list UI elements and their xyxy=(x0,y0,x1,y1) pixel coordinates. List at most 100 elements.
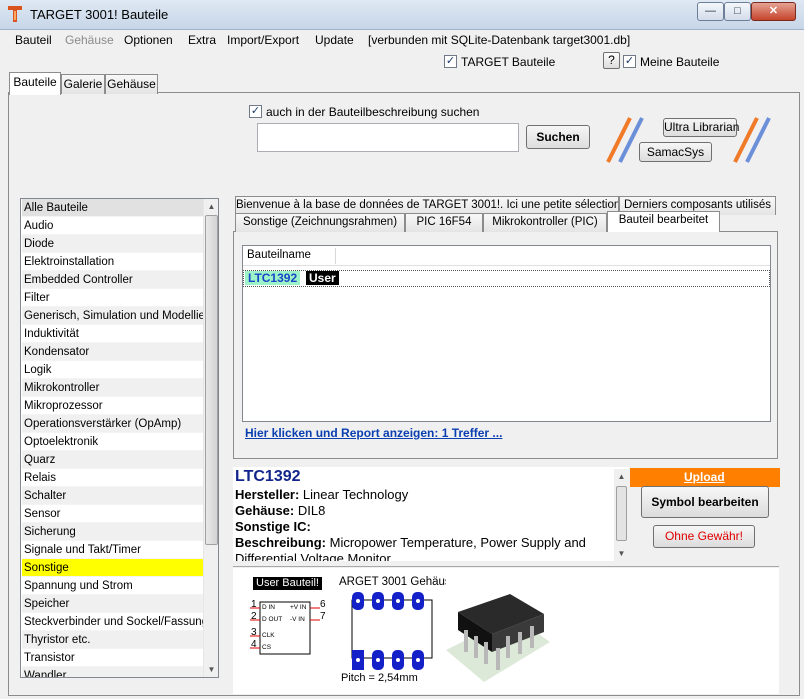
tab-bauteile[interactable]: Bauteile xyxy=(9,72,61,95)
search-button[interactable]: Suchen xyxy=(526,125,590,149)
db-status-text: [verbunden mit SQLite-Datenbank target30… xyxy=(368,33,631,47)
category-item[interactable]: Mikroprozessor xyxy=(22,397,204,415)
scroll-up-icon[interactable]: ▲ xyxy=(204,199,219,214)
category-item[interactable]: Sicherung xyxy=(22,523,204,541)
pin-name: D IN xyxy=(262,604,275,611)
result-user-badge: User xyxy=(306,271,339,285)
category-item[interactable]: Logik xyxy=(22,361,204,379)
category-item-selected[interactable]: Sonstige xyxy=(22,559,204,577)
detail-description-wrap: Differential Voltage Monitor xyxy=(235,551,391,561)
package-footprint xyxy=(351,592,433,670)
category-item[interactable]: Generisch, Simulation und Modellierung xyxy=(22,307,204,325)
category-item[interactable]: Wandler xyxy=(22,667,204,677)
tab-mikrokontroller-pic[interactable]: Mikrokontroller (PIC) xyxy=(483,213,607,232)
pin-number: 4 xyxy=(251,639,257,650)
target-bauteile-checkbox[interactable]: ✓ xyxy=(444,55,457,68)
package-label: ARGET 3001 Gehäuse xyxy=(339,576,446,588)
pin-number: 2 xyxy=(251,611,257,622)
category-item[interactable]: Mikrokontroller xyxy=(22,379,204,397)
category-list[interactable]: Alle Bauteile Audio Diode Elektroinstall… xyxy=(20,198,219,678)
menu-bauteil[interactable]: Bauteil xyxy=(15,33,52,47)
upload-link[interactable]: Upload xyxy=(684,470,725,484)
category-item[interactable]: Audio xyxy=(22,217,204,235)
ultra-librarian-button[interactable]: Ultra Librarian xyxy=(663,118,739,137)
category-item[interactable]: Operationsverstärker (OpAmp) xyxy=(22,415,204,433)
scroll-up-icon[interactable]: ▲ xyxy=(614,469,629,484)
pin-name: +V IN xyxy=(290,604,307,611)
category-item[interactable]: Kondensator xyxy=(22,343,204,361)
package-3d-view xyxy=(446,594,550,682)
pin-name: CLK xyxy=(262,632,275,639)
meine-bauteile-checkbox[interactable]: ✓ xyxy=(623,55,636,68)
category-item[interactable]: Schalter xyxy=(22,487,204,505)
detail-description: Beschreibung: Micropower Temperature, Po… xyxy=(235,535,586,550)
close-button[interactable]: ✕ xyxy=(751,2,796,21)
meine-bauteile-label: Meine Bauteile xyxy=(640,55,720,69)
detail-other-ic: Sonstige IC: xyxy=(235,519,311,534)
tab-sonstige-zeichnungsrahmen[interactable]: Sonstige (Zeichnungsrahmen) xyxy=(235,213,405,232)
menu-optionen[interactable]: Optionen xyxy=(124,33,173,47)
pin-number: 7 xyxy=(320,611,326,622)
category-item[interactable]: Speicher xyxy=(22,595,204,613)
tab-pic16f54[interactable]: PIC 16F54 xyxy=(405,213,483,232)
category-item[interactable]: Steckverbinder und Sockel/Fassung xyxy=(22,613,204,631)
category-item[interactable]: Signale und Takt/Timer xyxy=(22,541,204,559)
category-item[interactable]: Relais xyxy=(22,469,204,487)
menu-extra[interactable]: Extra xyxy=(188,33,216,47)
symbol-edit-button[interactable]: Symbol bearbeiten xyxy=(641,486,769,518)
category-item[interactable]: Quarz xyxy=(22,451,204,469)
scroll-down-icon[interactable]: ▼ xyxy=(614,546,629,561)
category-item[interactable]: Elektroinstallation xyxy=(22,253,204,271)
pin-name: CS xyxy=(262,644,272,651)
details-scroll-thumb[interactable] xyxy=(616,486,627,541)
window-title: TARGET 3001! Bauteile xyxy=(30,7,169,22)
detail-manufacturer: Hersteller: Linear Technology xyxy=(235,487,409,502)
column-header-bauteilname[interactable]: Bauteilname xyxy=(247,249,311,261)
category-item[interactable]: Filter xyxy=(22,289,204,307)
pin-number: 1 xyxy=(251,599,257,610)
target-app-icon xyxy=(8,6,22,22)
category-item[interactable]: Alle Bauteile xyxy=(22,199,204,217)
menu-gehaeuse: Gehäuse xyxy=(65,33,114,47)
report-link[interactable]: Hier klicken und Report anzeigen: 1 Tref… xyxy=(245,426,502,440)
help-button[interactable]: ? xyxy=(603,52,620,69)
category-item[interactable]: Induktivität xyxy=(22,325,204,343)
target-bauteile-label: TARGET Bauteile xyxy=(461,55,556,69)
detail-package: Gehäuse: DIL8 xyxy=(235,503,326,518)
pin-name: D OUT xyxy=(262,616,283,623)
divider xyxy=(233,566,779,567)
pin-number: 3 xyxy=(251,627,257,638)
column-header xyxy=(243,246,770,266)
menu-update[interactable]: Update xyxy=(315,33,354,47)
pitch-label: Pitch = 2,54mm xyxy=(341,672,418,684)
minimize-button[interactable]: — xyxy=(697,2,724,21)
category-item[interactable]: Diode xyxy=(22,235,204,253)
pin-name: -V IN xyxy=(290,616,305,623)
scroll-thumb[interactable] xyxy=(205,215,218,545)
search-input[interactable] xyxy=(257,123,519,152)
category-item[interactable]: Sensor xyxy=(22,505,204,523)
tab-galerie[interactable]: Galerie xyxy=(61,74,105,94)
maximize-button[interactable]: □ xyxy=(724,2,751,21)
menu-bar: Bauteil Gehäuse Optionen Extra Import/Ex… xyxy=(0,30,804,50)
category-item[interactable]: Embedded Controller xyxy=(22,271,204,289)
category-item[interactable]: Thyristor etc. xyxy=(22,631,204,649)
description-search-label: auch in der Bauteilbeschreibung suchen xyxy=(266,105,480,119)
tab-gehaeuse[interactable]: Gehäuse xyxy=(105,74,158,94)
result-part-name[interactable]: LTC1392 xyxy=(245,271,301,285)
samacsys-logo-icon xyxy=(733,117,771,163)
scroll-down-icon[interactable]: ▼ xyxy=(204,662,219,677)
tab-bauteil-bearbeitet[interactable]: Bauteil bearbeitet xyxy=(607,211,720,232)
pin-number: 6 xyxy=(320,599,326,610)
category-item[interactable]: Optoelektronik xyxy=(22,433,204,451)
menu-import-export[interactable]: Import/Export xyxy=(227,33,299,47)
category-scrollbar[interactable]: ▲ ▼ xyxy=(203,199,218,677)
user-part-label: User Bauteil! xyxy=(253,577,322,590)
samacsys-button[interactable]: SamacSys xyxy=(639,142,712,162)
description-search-checkbox[interactable]: ✓ xyxy=(249,105,262,118)
column-divider xyxy=(335,248,336,264)
category-item[interactable]: Spannung und Strom xyxy=(22,577,204,595)
no-warranty-button[interactable]: Ohne Gewähr! xyxy=(653,525,755,548)
category-item[interactable]: Transistor xyxy=(22,649,204,667)
part-title: LTC1392 xyxy=(235,468,301,485)
